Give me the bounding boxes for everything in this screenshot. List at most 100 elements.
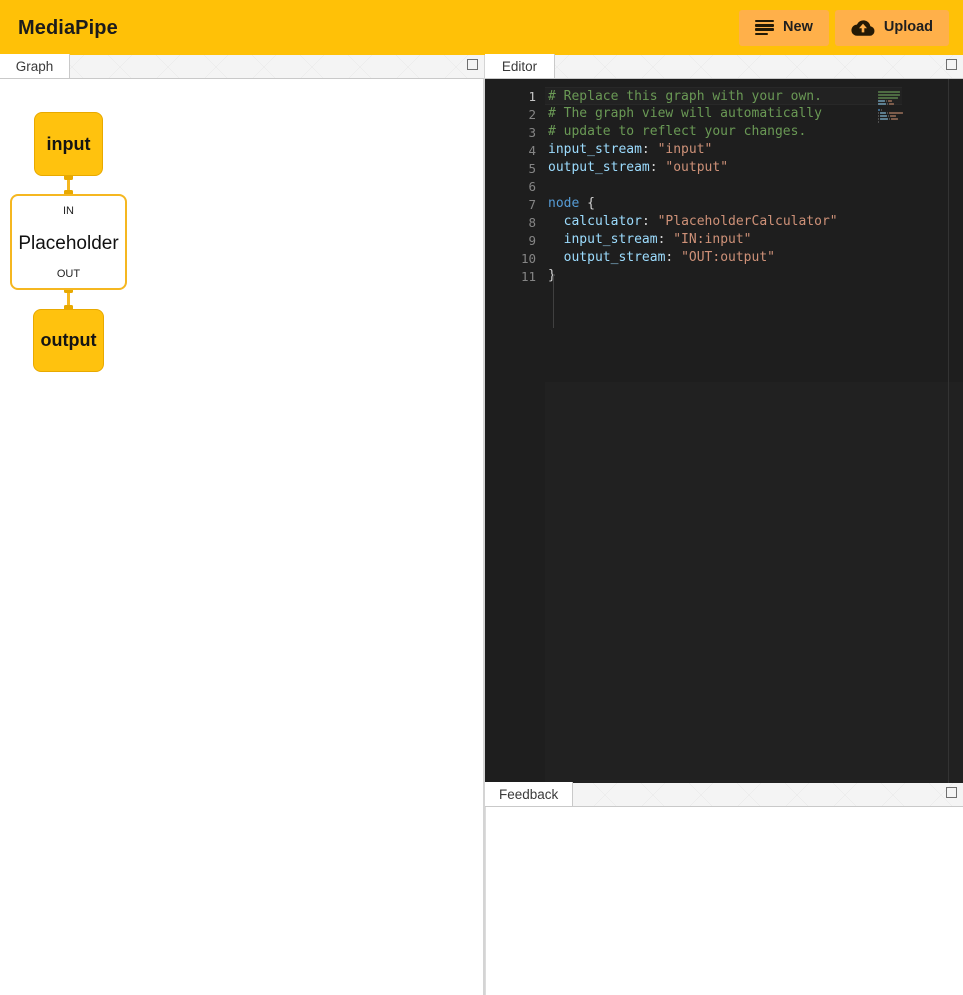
new-button[interactable]: New xyxy=(739,10,829,46)
app-header: MediaPipe New Upload xyxy=(0,0,963,55)
minimap-block xyxy=(887,103,888,105)
tab-feedback[interactable]: Feedback xyxy=(485,782,573,806)
line-number: 6 xyxy=(485,178,545,196)
line-number: 9 xyxy=(485,232,545,250)
minimap-line xyxy=(878,106,924,108)
graph-node-output-label: output xyxy=(41,330,97,351)
line-number-gutter: 1234567891011 xyxy=(485,79,545,783)
graph-node-input[interactable]: input xyxy=(34,112,103,176)
code-token: : xyxy=(658,232,674,247)
minimap-block xyxy=(878,109,880,111)
code-token: "PlaceholderCalculator" xyxy=(658,214,838,229)
code-token: "output" xyxy=(665,160,728,175)
minimap-line xyxy=(878,94,924,96)
minimap-block xyxy=(880,112,886,114)
maximize-icon[interactable] xyxy=(946,59,957,70)
minimap-block xyxy=(889,103,894,105)
graph-node-placeholder[interactable]: IN Placeholder OUT xyxy=(10,194,127,290)
minimap-block xyxy=(889,112,903,114)
feedback-tabbar: Feedback xyxy=(485,783,963,807)
graph-node-placeholder-label: Placeholder xyxy=(18,234,118,253)
graph-node-placeholder-in-port: IN xyxy=(63,206,74,217)
minimap-block xyxy=(890,115,896,117)
code-token: # The graph view will automatically xyxy=(548,106,822,121)
code-token: "OUT:output" xyxy=(681,250,775,265)
editor-tabbar: Editor xyxy=(485,55,963,79)
line-number: 7 xyxy=(485,196,545,214)
code-line[interactable]: input_stream: "input" xyxy=(545,141,963,159)
minimap-line xyxy=(878,112,924,114)
code-token: calculator xyxy=(564,214,642,229)
code-token: # update to reflect your changes. xyxy=(548,124,806,139)
code-line[interactable]: output_stream: "output" xyxy=(545,159,963,177)
tab-graph[interactable]: Graph xyxy=(0,54,70,78)
code-token: # Replace this graph with your own. xyxy=(548,89,822,104)
line-number: 5 xyxy=(485,160,545,178)
tab-feedback-label: Feedback xyxy=(499,787,558,802)
code-token: input_stream xyxy=(564,232,658,247)
code-line[interactable]: # Replace this graph with your own. xyxy=(545,87,902,105)
minimap-block xyxy=(888,100,892,102)
upload-button[interactable]: Upload xyxy=(835,10,949,46)
minimap-line xyxy=(878,103,924,105)
minimap-block xyxy=(878,94,900,96)
code-line[interactable]: # update to reflect your changes. xyxy=(545,123,963,141)
line-number: 11 xyxy=(485,268,545,286)
minimap-block xyxy=(887,112,888,114)
minimap-line xyxy=(878,118,924,120)
code-token: : xyxy=(642,142,658,157)
minimap-block xyxy=(878,121,879,123)
feedback-content xyxy=(485,807,963,995)
code-token: } xyxy=(548,268,556,283)
indent-guide xyxy=(553,274,554,328)
code-token: { xyxy=(579,196,595,211)
editor-panel: Editor 1234567891011 # Replace this grap… xyxy=(484,55,963,783)
tab-editor-label: Editor xyxy=(502,59,537,74)
line-number: 8 xyxy=(485,214,545,232)
code-line[interactable]: node { xyxy=(545,195,963,213)
page-title: MediaPipe xyxy=(18,18,118,38)
maximize-icon[interactable] xyxy=(467,59,478,70)
code-token: : xyxy=(665,250,681,265)
minimap-line xyxy=(878,109,924,111)
code-line[interactable]: input_stream: "IN:input" xyxy=(545,231,963,249)
minimap-block xyxy=(880,118,888,120)
tab-graph-label: Graph xyxy=(16,59,54,74)
minimap-block xyxy=(878,112,879,114)
list-icon xyxy=(755,20,774,35)
code-token: "input" xyxy=(658,142,713,157)
code-line[interactable]: calculator: "PlaceholderCalculator" xyxy=(545,213,963,231)
graph-tabbar: Graph xyxy=(0,55,484,79)
minimap-block xyxy=(878,97,898,99)
minimap-block xyxy=(878,103,886,105)
minimap-block xyxy=(878,115,879,117)
code-content[interactable]: # Replace this graph with your own. # The… xyxy=(545,79,963,783)
upload-button-label: Upload xyxy=(884,20,933,35)
code-token xyxy=(548,214,564,229)
line-number: 1 xyxy=(485,88,545,106)
minimap-block xyxy=(888,115,889,117)
graph-canvas[interactable]: input IN Placeholder OUT output xyxy=(0,79,484,995)
code-token xyxy=(548,250,564,265)
line-number: 2 xyxy=(485,106,545,124)
line-number: 3 xyxy=(485,124,545,142)
code-line[interactable]: output_stream: "OUT:output" xyxy=(545,249,963,267)
code-line[interactable] xyxy=(545,177,963,195)
code-editor[interactable]: 1234567891011 # Replace this graph with … xyxy=(485,79,963,783)
code-line[interactable]: } xyxy=(545,267,963,285)
maximize-icon[interactable] xyxy=(946,787,957,798)
minimap-block xyxy=(889,118,890,120)
graph-node-output[interactable]: output xyxy=(33,309,104,372)
new-button-label: New xyxy=(783,20,813,35)
header-actions: New Upload xyxy=(739,10,949,46)
graph-node-placeholder-out-port: OUT xyxy=(57,269,80,280)
tab-editor[interactable]: Editor xyxy=(485,54,555,78)
minimap-block xyxy=(878,91,900,93)
minimap-block xyxy=(891,118,898,120)
minimap-block xyxy=(878,118,879,120)
cloud-upload-icon xyxy=(851,19,875,37)
app-root: MediaPipe New Upload xyxy=(0,0,963,995)
code-token: node xyxy=(548,196,579,211)
code-minimap[interactable] xyxy=(878,91,924,125)
minimap-line xyxy=(878,115,924,117)
